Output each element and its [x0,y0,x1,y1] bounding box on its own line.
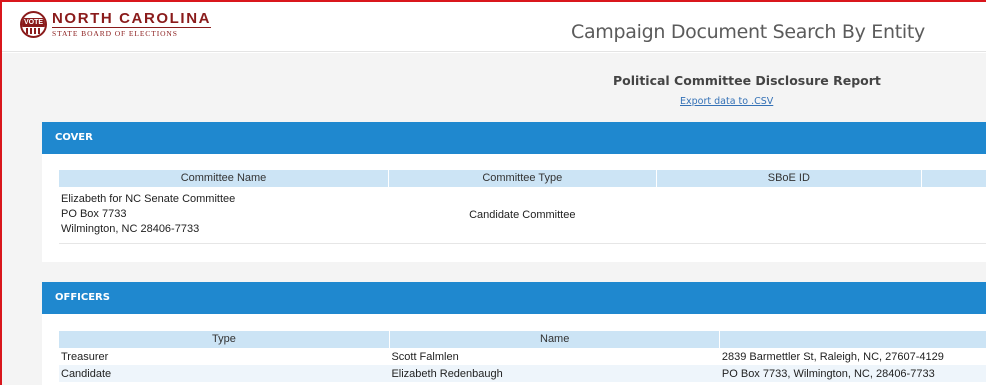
col-extra [921,170,986,187]
logo-subtitle: STATE BOARD OF ELECTIONS [52,29,178,39]
page-title: Campaign Document Search By Entity [571,21,925,43]
col-sboe-id: SBoE ID [656,170,923,187]
officer-name: Scott Falmlen [391,350,459,363]
officer-address: PO Box 7733, Wilmington, NC, 28406-7733 [719,365,986,382]
report-title: Political Committee Disclosure Report [613,73,881,88]
vote-seal-icon: VOTE [20,11,47,38]
officer-address: 2839 Barmettler St, Raleigh, NC, 27607-4… [721,350,944,363]
officers-table: Type Name Treasurer Scott Falmlen 2839 B… [59,331,986,382]
col-committee-name: Committee Name [59,170,389,187]
table-row: Elizabeth for NC Senate Committee PO Box… [59,187,986,244]
browser-frame: VOTE NORTH CAROLINA STATE BOARD OF ELECT… [0,0,986,385]
committee-address-line2: Wilmington, NC 28406-7733 [61,223,200,236]
committee-name: Elizabeth for NC Senate Committee [61,193,236,206]
cover-panel: COVER Committee Name Committee Type SBoE… [42,122,986,262]
col-type: Type [59,331,390,348]
officers-panel: OFFICERS Type Name Treasurer Scott Falml… [42,282,986,385]
col-address [719,331,986,348]
committee-address-line1: PO Box 7733 [61,208,127,221]
sboe-id [656,187,922,244]
ncsbe-logo[interactable]: VOTE NORTH CAROLINA STATE BOARD OF ELECT… [20,10,212,39]
officer-type: Treasurer [61,350,109,363]
logo-title: NORTH CAROLINA [52,10,212,29]
officer-name: Elizabeth Redenbaugh [389,365,720,382]
officers-header-row: Type Name [59,331,986,348]
cover-header-row: Committee Name Committee Type SBoE ID [59,170,986,187]
col-name: Name [389,331,721,348]
export-csv-link[interactable]: Export data to .CSV [680,96,773,107]
committee-type: Candidate Committee [388,187,657,244]
site-header: VOTE NORTH CAROLINA STATE BOARD OF ELECT… [2,2,986,52]
officer-type: Candidate [59,365,390,382]
col-committee-type: Committee Type [388,170,657,187]
main-content: Political Committee Disclosure Report Ex… [2,53,986,385]
cover-section-header: COVER [42,122,986,154]
committee-name-cell: Elizabeth for NC Senate Committee PO Box… [59,187,389,244]
officers-section-header: OFFICERS [42,282,986,314]
table-row: Candidate Elizabeth Redenbaugh PO Box 77… [59,365,986,382]
cover-table: Committee Name Committee Type SBoE ID El… [59,170,986,244]
table-row: Treasurer Scott Falmlen 2839 Barmettler … [59,348,986,365]
